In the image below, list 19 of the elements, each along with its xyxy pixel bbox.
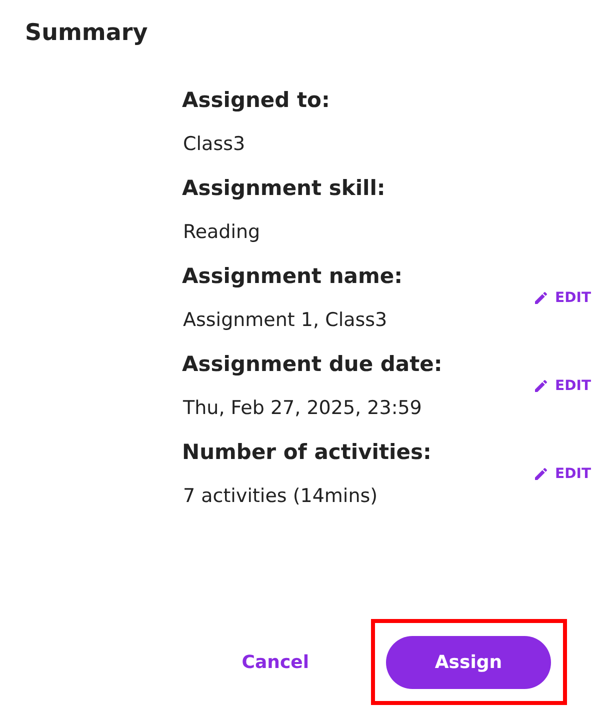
assign-button[interactable]: Assign (386, 636, 551, 689)
field-label: Assignment skill: (182, 175, 386, 202)
field-value: Assignment 1, Class3 (182, 308, 388, 333)
field-value: Reading (182, 220, 262, 245)
field-label: Number of activities: (182, 439, 432, 466)
cancel-button[interactable]: Cancel (242, 646, 309, 678)
edit-button[interactable]: EDIT (533, 376, 591, 396)
field-value: Thu, Feb 27, 2025, 23:59 (182, 396, 423, 421)
pencil-icon (533, 378, 550, 394)
pencil-icon (533, 290, 550, 306)
field-value: Class3 (182, 132, 246, 157)
edit-button[interactable]: EDIT (533, 288, 591, 308)
field-label: Assigned to: (182, 87, 331, 114)
pencil-icon (533, 466, 550, 482)
edit-button[interactable]: EDIT (533, 464, 591, 484)
field-label: Assignment due date: (182, 351, 444, 378)
field-label: Assignment name: (182, 263, 404, 290)
summary-heading: Summary (24, 19, 149, 48)
field-value: 7 activities (14mins) (182, 484, 379, 509)
